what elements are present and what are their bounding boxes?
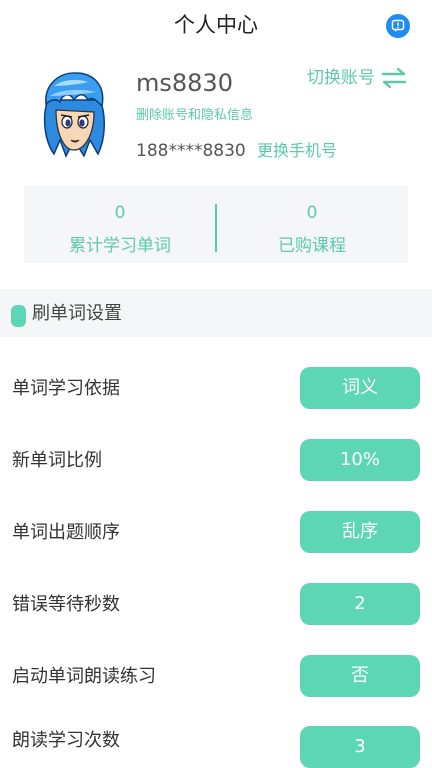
setting-label-read-count: 朗读学习次数: [12, 730, 120, 751]
delete-account-link[interactable]: 删除账号和隐私信息: [136, 106, 253, 126]
chat-bubble-icon: [391, 19, 405, 32]
setting-label-order: 单词出题顺序: [12, 522, 120, 543]
stat-label: 已购课程: [278, 236, 346, 256]
setting-button-order[interactable]: 乱序: [300, 511, 420, 553]
stat-label: 累计学习单词: [69, 236, 171, 256]
stat-learned-words[interactable]: 0 累计学习单词: [24, 186, 216, 263]
section-marker: [11, 305, 26, 327]
avatar[interactable]: [40, 70, 108, 158]
page-title: 个人中心: [174, 13, 258, 37]
stats-card: 0 累计学习单词 0 已购课程: [24, 186, 408, 263]
setting-button-new-ratio[interactable]: 10%: [300, 439, 420, 481]
stat-purchased-courses[interactable]: 0 已购课程: [216, 186, 408, 263]
setting-label-basis: 单词学习依据: [12, 378, 120, 399]
setting-button-read-practice[interactable]: 否: [300, 655, 420, 697]
setting-button-read-count[interactable]: 3: [300, 726, 420, 768]
switch-account-button[interactable]: 切换账号: [307, 64, 407, 92]
message-button[interactable]: [386, 14, 410, 38]
stat-value: 0: [114, 203, 126, 223]
switch-account-label: 切换账号: [307, 68, 375, 88]
username: ms8830: [136, 69, 233, 97]
section-title: 刷单词设置: [32, 303, 122, 324]
phone-number: 188****8830: [136, 141, 246, 161]
setting-label-wait-seconds: 错误等待秒数: [12, 594, 120, 615]
stat-value: 0: [306, 203, 318, 223]
setting-button-basis[interactable]: 词义: [300, 367, 420, 409]
change-phone-link[interactable]: 更换手机号: [257, 138, 337, 164]
setting-label-read-practice: 启动单词朗读练习: [12, 666, 156, 687]
setting-button-wait-seconds[interactable]: 2: [300, 583, 420, 625]
setting-label-new-ratio: 新单词比例: [12, 450, 102, 471]
swap-arrows-icon: [381, 67, 407, 89]
